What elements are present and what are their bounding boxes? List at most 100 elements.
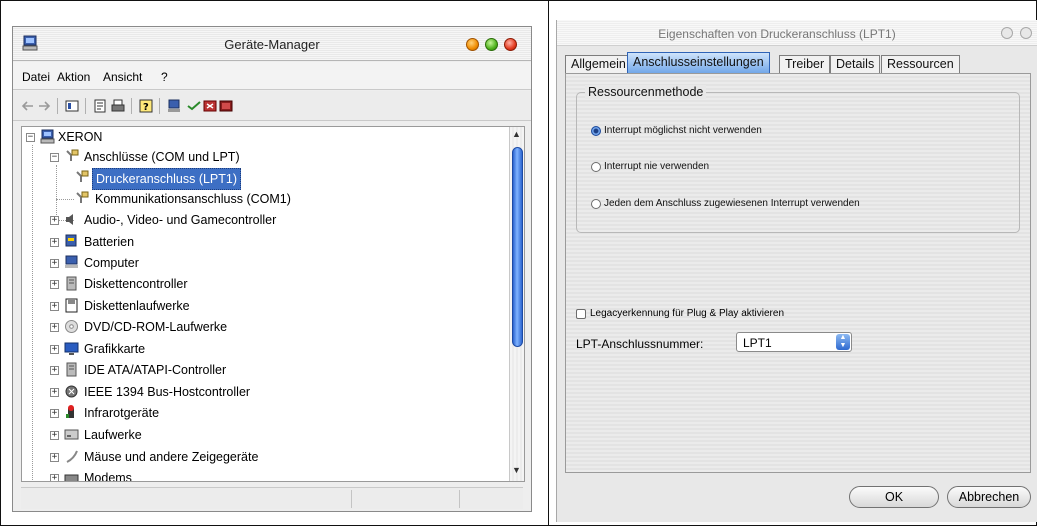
view-icon[interactable] — [65, 99, 79, 113]
properties-dialog: Eigenschaften von Druckeranschluss (LPT1… — [556, 20, 1037, 522]
radio-button[interactable] — [591, 199, 601, 209]
select-value: LPT1 — [743, 336, 772, 350]
computer-icon — [65, 255, 78, 268]
expand-toggle[interactable]: + — [50, 388, 59, 397]
expand-toggle[interactable]: + — [50, 259, 59, 268]
menu-aktion[interactable]: Aktion — [57, 70, 90, 84]
tree-item-graphics[interactable]: + Grafikkarte — [48, 339, 348, 359]
tree-item-drives[interactable]: + Laufwerke — [48, 425, 348, 445]
lpt-number-select[interactable]: LPT1 ▲ ▼ — [736, 332, 852, 352]
back-arrow-icon[interactable] — [21, 99, 35, 113]
tab-anschlusseinstellungen[interactable]: Anschlusseinstellungen — [627, 52, 770, 74]
printer-port-icon — [76, 170, 89, 182]
radio-label: Interrupt möglichst nicht verwenden — [604, 125, 762, 136]
expand-toggle[interactable]: + — [50, 366, 59, 375]
menu-datei[interactable]: Datei — [22, 70, 50, 84]
tree-item-label: IEEE 1394 Bus-Hostcontroller — [84, 385, 251, 399]
dialog-minimize-button[interactable] — [1001, 27, 1013, 39]
scan-hardware-icon[interactable] — [167, 99, 181, 113]
radio-label: Interrupt nie verwenden — [604, 161, 710, 172]
tree-item-label: Druckeranschluss (LPT1) — [92, 168, 242, 190]
modem-icon — [64, 474, 79, 481]
port-connector-icon — [66, 149, 79, 161]
expand-toggle[interactable]: + — [50, 323, 59, 332]
device-tree[interactable]: − XERON − Anschlüsse (COM und LPT) Druck… — [21, 126, 525, 482]
help-icon[interactable]: ? — [139, 99, 153, 113]
tree-item-label: Batterien — [84, 235, 135, 249]
tab-treiber[interactable]: Treiber — [779, 55, 831, 74]
disable-device-icon[interactable] — [203, 99, 217, 113]
expand-toggle[interactable]: + — [50, 238, 59, 247]
tree-item-floppy-controller[interactable]: + Diskettencontroller — [48, 274, 348, 294]
scrollbar-thumb[interactable] — [512, 147, 523, 347]
battery-icon — [65, 234, 77, 247]
close-button[interactable] — [504, 38, 517, 51]
tree-item-mice[interactable]: + Mäuse und andere Zeigegeräte — [48, 447, 348, 467]
forward-arrow-icon[interactable] — [37, 99, 51, 113]
dialog-close-button[interactable] — [1020, 27, 1032, 39]
tree-item-audio[interactable]: + Audio-, Video- und Gamecontroller — [48, 210, 348, 230]
expand-toggle[interactable]: + — [50, 345, 59, 354]
toolbar-separator — [85, 98, 86, 114]
status-bar — [21, 487, 523, 509]
tree-item-batteries[interactable]: + Batterien — [48, 232, 348, 252]
expand-toggle[interactable]: + — [50, 280, 59, 289]
uninstall-device-icon[interactable] — [219, 99, 233, 113]
tree-root-xeron[interactable]: − XERON — [24, 127, 324, 147]
tree-item-label: Audio-, Video- und Gamecontroller — [84, 213, 277, 227]
tree-item-com1[interactable]: Kommunikationsanschluss (COM1) — [74, 189, 314, 209]
select-stepper-icon[interactable]: ▲ ▼ — [836, 334, 850, 350]
title-bar[interactable]: Geräte-Manager — [13, 27, 531, 61]
vertical-scrollbar[interactable]: ▲ ▼ — [509, 127, 524, 481]
print-icon[interactable] — [111, 99, 125, 113]
toolbar-separator — [131, 98, 132, 114]
tab-ressourcen[interactable]: Ressourcen — [881, 55, 960, 74]
menu-help[interactable]: ? — [161, 70, 168, 84]
floppy-disk-icon — [65, 298, 78, 313]
legacy-detection-checkbox[interactable] — [576, 309, 586, 319]
tree-item-label: Laufwerke — [84, 428, 142, 442]
scroll-down-icon[interactable]: ▼ — [512, 465, 521, 475]
tree-item-label: IDE ATA/ATAPI-Controller — [84, 363, 227, 377]
tab-details[interactable]: Details — [830, 55, 881, 74]
menu-ansicht[interactable]: Ansicht — [103, 70, 142, 84]
tree-item-dvd-drives[interactable]: + DVD/CD-ROM-Laufwerke — [48, 317, 348, 337]
window-title: Geräte-Manager — [224, 37, 320, 52]
expand-toggle[interactable]: + — [50, 216, 59, 225]
dialog-title-bar[interactable]: Eigenschaften von Druckeranschluss (LPT1… — [557, 20, 1037, 46]
update-driver-icon[interactable] — [187, 99, 201, 113]
tree-item-modems[interactable]: + Modems — [48, 468, 348, 481]
radio-button[interactable] — [591, 162, 601, 172]
scroll-up-icon[interactable]: ▲ — [512, 129, 521, 139]
controller-icon — [66, 362, 77, 377]
properties-icon[interactable] — [93, 99, 107, 113]
collapse-toggle[interactable]: − — [50, 153, 59, 162]
tree-item-lpt1[interactable]: Druckeranschluss (LPT1) — [74, 168, 314, 190]
svg-text:?: ? — [143, 102, 149, 113]
tree-item-computer[interactable]: + Computer — [48, 253, 348, 273]
menu-bar: Datei Aktion Ansicht ? — [13, 62, 531, 90]
tree-line — [32, 145, 33, 480]
window-divider — [548, 0, 549, 526]
tree-item-ide-controller[interactable]: + IDE ATA/ATAPI-Controller — [48, 360, 348, 380]
tree-item-ieee1394[interactable]: + IEEE 1394 Bus-Hostcontroller — [48, 382, 348, 402]
tree-item-infrared[interactable]: + Infrarotgeräte — [48, 403, 348, 423]
tab-allgemein[interactable]: Allgemein — [565, 55, 632, 74]
firewire-icon — [65, 385, 78, 398]
toolbar-separator — [57, 98, 58, 114]
tree-item-ports[interactable]: − Anschlüsse (COM und LPT) — [48, 147, 348, 167]
radio-button[interactable] — [591, 126, 601, 136]
checkbox-label: Legacyerkennung für Plug & Play aktivier… — [590, 308, 785, 319]
expand-toggle[interactable]: + — [50, 409, 59, 418]
collapse-toggle[interactable]: − — [26, 133, 35, 142]
expand-toggle[interactable]: + — [50, 453, 59, 462]
ok-button[interactable]: OK — [849, 486, 939, 508]
zoom-button[interactable] — [485, 38, 498, 51]
tree-item-floppy-drives[interactable]: + Diskettenlaufwerke — [48, 296, 348, 316]
cancel-button[interactable]: Abbrechen — [947, 486, 1031, 508]
expand-toggle[interactable]: + — [50, 474, 59, 481]
minimize-button[interactable] — [466, 38, 479, 51]
expand-toggle[interactable]: + — [50, 302, 59, 311]
expand-toggle[interactable]: + — [50, 431, 59, 440]
tab-panel: Ressourcenmethode Interrupt möglichst ni… — [565, 73, 1031, 473]
